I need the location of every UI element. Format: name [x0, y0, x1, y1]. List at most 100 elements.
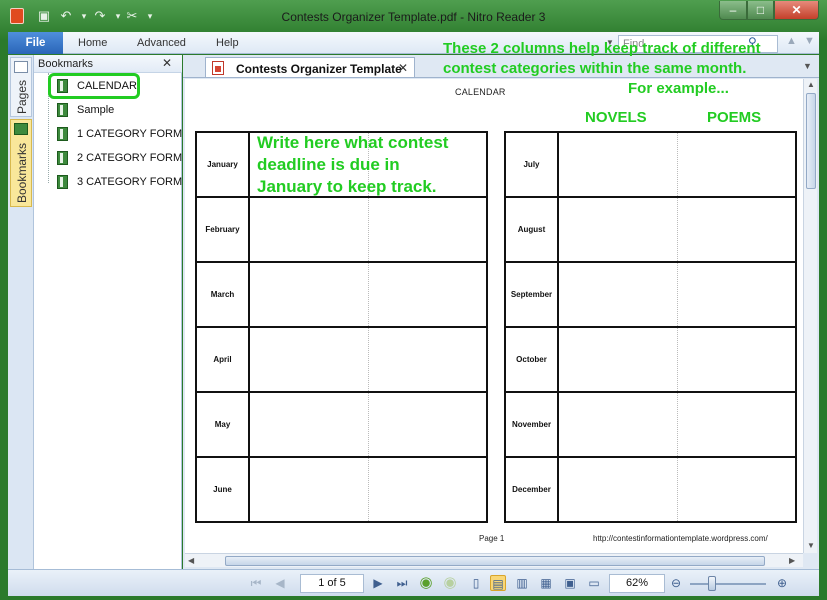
forward-icon[interactable]: ◉ [442, 575, 458, 591]
minimize-button[interactable]: – [719, 1, 747, 20]
table-row: July [504, 131, 797, 198]
zoom-slider-thumb[interactable] [708, 576, 716, 591]
month-cell: April [195, 326, 250, 393]
close-button[interactable]: ✕ [774, 1, 819, 20]
month-cell: July [504, 131, 559, 198]
find-previous-icon[interactable]: ▲ [786, 35, 797, 47]
table-row: September [504, 261, 797, 328]
last-page-icon[interactable]: ⏭ [394, 575, 410, 591]
entry-cell [557, 456, 678, 523]
pdf-page: CALENDAR NOVELS POEMS January February M… [185, 79, 803, 553]
entry-cell [677, 196, 797, 263]
tab-help[interactable]: Help [216, 37, 239, 49]
entry-cell [557, 196, 678, 263]
entry-cell [677, 456, 797, 523]
close-tab-icon[interactable]: ✕ [398, 61, 408, 75]
tab-pages-label: Pages [15, 79, 29, 115]
bookmarks-title: Bookmarks [38, 58, 94, 70]
annotation-line: These 2 columns help keep track of diffe… [443, 40, 761, 57]
tab-home[interactable]: Home [78, 37, 107, 49]
bookmark-item-sample[interactable]: Sample [57, 100, 181, 120]
tab-bookmarks-label: Bookmarks [15, 142, 29, 204]
tab-bookmarks[interactable]: Bookmarks [10, 119, 32, 207]
table-row: March [195, 261, 488, 328]
tab-list-icon[interactable]: ▼ [803, 61, 812, 71]
document-tab[interactable]: Contests Organizer Template ✕ [205, 57, 415, 78]
bookmark-icon [57, 151, 68, 165]
continuous-view-icon[interactable]: ▤ [490, 575, 506, 591]
horizontal-scrollbar[interactable]: ◀ ▶ [185, 553, 803, 567]
tab-file[interactable]: File [8, 32, 63, 54]
annotation-line: For example... [628, 80, 729, 97]
table-row: November [504, 391, 797, 458]
calendar-table-right: July August September October November D… [504, 131, 797, 523]
annotation-line: contest categories within the same month… [443, 60, 747, 77]
pages-icon [14, 61, 28, 73]
scroll-down-icon[interactable]: ▼ [807, 541, 815, 550]
tab-advanced[interactable]: Advanced [137, 37, 186, 49]
facing-continuous-view-icon[interactable]: ▦ [538, 575, 554, 591]
title-bar: ▣ ↶ ▾ ↷ ▾ ✂ ▾ Contests Organizer Templat… [0, 0, 827, 32]
entry-cell [248, 196, 369, 263]
status-bar: ⏮ ◀ 1 of 5 ▶ ⏭ ◉ ◉ ▯ ▤ ▥ ▦ ▣ ▭ 62% ⊖ ⊕ [8, 569, 819, 596]
previous-page-icon[interactable]: ◀ [272, 575, 288, 591]
tab-pages[interactable]: Pages [10, 57, 32, 117]
entry-cell [677, 391, 797, 458]
bookmark-item-category-form-2[interactable]: 2 CATEGORY FORM [57, 148, 182, 168]
entry-cell [368, 456, 488, 523]
scroll-up-icon[interactable]: ▲ [807, 80, 815, 89]
back-icon[interactable]: ◉ [418, 575, 434, 591]
entry-cell [677, 326, 797, 393]
pdf-icon [212, 61, 224, 75]
fit-width-icon[interactable]: ▭ [586, 575, 602, 591]
vertical-scroll-thumb[interactable] [806, 93, 816, 189]
month-cell: May [195, 391, 250, 458]
entry-cell [248, 261, 369, 328]
entry-cell [248, 456, 369, 523]
zoom-level-input[interactable]: 62% [609, 574, 665, 593]
table-row: April [195, 326, 488, 393]
page-number-input[interactable]: 1 of 5 [300, 574, 364, 593]
document-tab-label: Contests Organizer Template [236, 62, 402, 76]
find-next-icon[interactable]: ▼ [804, 35, 815, 47]
annotation-line: January to keep track. [257, 177, 437, 196]
month-cell: February [195, 196, 250, 263]
single-page-view-icon[interactable]: ▯ [468, 575, 484, 591]
bookmarks-panel: Bookmarks ✕ CALENDAR Sample 1 CATEGORY F… [34, 55, 182, 569]
entry-cell [557, 391, 678, 458]
table-row: December [504, 456, 797, 523]
horizontal-scroll-thumb[interactable] [225, 556, 765, 566]
annotation-top-note: These 2 columns help keep track of diffe… [443, 39, 761, 99]
entry-cell [368, 261, 488, 328]
month-cell: October [504, 326, 559, 393]
close-icon[interactable]: ✕ [162, 56, 172, 70]
bookmark-icon [57, 127, 68, 141]
maximize-button[interactable]: □ [747, 1, 774, 20]
zoom-slider-track[interactable] [690, 583, 766, 585]
page-number-label: Page 1 [479, 534, 505, 543]
zoom-in-icon[interactable]: ⊕ [774, 575, 790, 591]
month-cell: January [195, 131, 250, 198]
month-cell: June [195, 456, 250, 523]
vertical-scrollbar[interactable]: ▲ ▼ [803, 79, 817, 553]
bookmark-item-category-form-1[interactable]: 1 CATEGORY FORM [57, 124, 182, 144]
bookmarks-header: Bookmarks ✕ [34, 55, 182, 73]
first-page-icon[interactable]: ⏮ [248, 575, 264, 591]
facing-view-icon[interactable]: ▥ [514, 575, 530, 591]
side-rail: Pages Bookmarks [8, 55, 34, 569]
fit-page-icon[interactable]: ▣ [562, 575, 578, 591]
entry-cell [677, 131, 797, 198]
month-cell: March [195, 261, 250, 328]
footer-url: http://contestinformationtemplate.wordpr… [593, 534, 768, 543]
scroll-left-icon[interactable]: ◀ [188, 556, 194, 565]
next-page-icon[interactable]: ▶ [370, 575, 386, 591]
bookmark-item-category-form-3[interactable]: 3 CATEGORY FORM [57, 172, 182, 192]
column-head-novels: NOVELS [585, 109, 647, 126]
entry-cell [368, 391, 488, 458]
bookmark-label: Sample [77, 104, 115, 116]
month-cell: August [504, 196, 559, 263]
scroll-right-icon[interactable]: ▶ [789, 556, 795, 565]
zoom-out-icon[interactable]: ⊖ [668, 575, 684, 591]
entry-cell [248, 326, 369, 393]
entry-cell [368, 196, 488, 263]
